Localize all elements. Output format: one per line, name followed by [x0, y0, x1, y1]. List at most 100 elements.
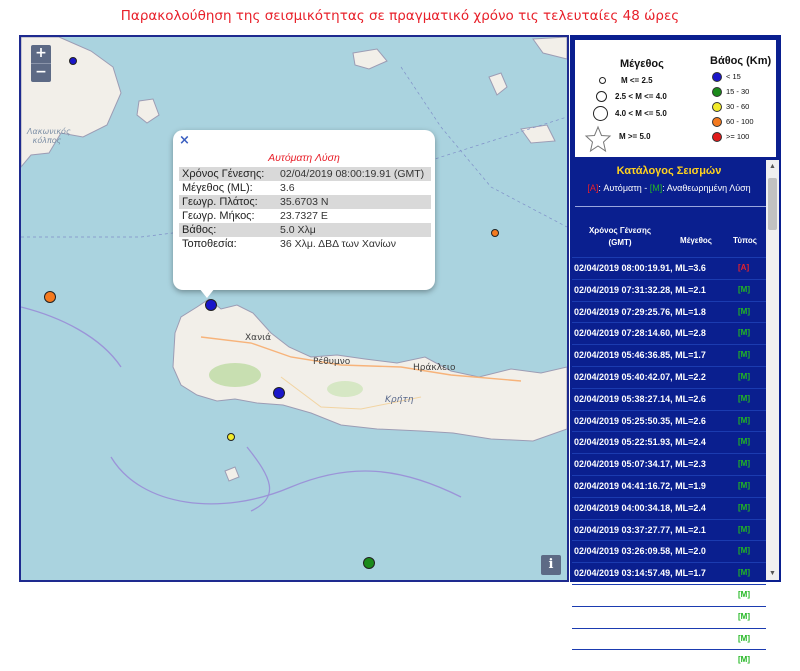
earthquake-marker[interactable] [69, 57, 77, 65]
zoom-control: + − [31, 45, 51, 82]
catalog-row[interactable]: 02/04/2019 07:29:25.76, ML=1.8 [M] [572, 300, 766, 323]
catalog-row-text: 02/04/2019 02:35:47.84, ML=2.1 [574, 655, 706, 666]
legend-mag-3: 4.0 < M <= 5.0 [615, 109, 667, 118]
catalog-row-text: 02/04/2019 07:28:14.60, ML=2.8 [574, 328, 706, 339]
land-kythira [136, 98, 160, 124]
mountain-psiloritis [327, 381, 363, 397]
catalog-manual-tag: [M] [649, 183, 663, 193]
popup-row-value: 3.6 [280, 182, 295, 194]
catalog-row[interactable]: 02/04/2019 03:26:09.58, ML=2.0 [M] [572, 540, 766, 562]
depth-dot-5 [712, 132, 722, 142]
column-header-magnitude[interactable]: Μέγεθος [674, 235, 718, 247]
earthquake-marker[interactable] [491, 229, 499, 237]
legend-mag-large-icon [593, 106, 608, 121]
catalog-row[interactable]: 02/04/2019 04:41:16.72, ML=1.9 [M] [572, 474, 766, 497]
maritime-line-5 [246, 446, 271, 512]
catalog-row[interactable]: 02/04/2019 03:14:57.49, ML=1.7 [M] [572, 562, 766, 584]
catalog-row[interactable]: 02/04/2019 05:22:51.93, ML=2.4 [M] [572, 431, 766, 453]
legend-depth-1: < 15 [726, 72, 741, 81]
catalog-row[interactable]: 02/04/2019 02:38:51.52, ML=1.8 [M] [572, 627, 766, 650]
catalog-row[interactable]: 02/04/2019 08:00:19.91, ML=3.6 [A] [572, 257, 766, 279]
column-header-time-line1: Χρόνος Γένεσης [588, 226, 652, 235]
catalog-row[interactable]: 02/04/2019 07:31:32.28, ML=2.1 [M] [572, 278, 766, 301]
catalog-row[interactable]: 02/04/2019 05:40:42.07, ML=2.2 [M] [572, 365, 766, 388]
legend-mag-small-icon [599, 77, 606, 84]
map-label-rethymno: Ρέθυμνο [313, 357, 351, 367]
catalog-row-text: 02/04/2019 07:29:25.76, ML=1.8 [574, 306, 706, 317]
legend-mag-1: M <= 2.5 [621, 76, 653, 85]
earthquake-marker[interactable] [44, 291, 56, 303]
catalog-row-text: 02/04/2019 02:41:31.16, ML=2.5 [574, 611, 706, 622]
catalog-row-type: [M] [738, 611, 750, 621]
catalog-row[interactable]: 02/04/2019 02:53:34.41, ML=2.3 [M] [572, 583, 766, 606]
popup-row-key: Γεωγρ. Πλάτος: [179, 195, 277, 209]
map-label-laconian-gulf: Λακωνικός κόλπος [27, 127, 71, 145]
catalog-row-type: [M] [738, 328, 750, 338]
catalog-row-text: 02/04/2019 05:38:27.14, ML=2.6 [574, 393, 706, 404]
catalog-row-type: [M] [738, 546, 750, 556]
catalog-row[interactable]: 02/04/2019 02:41:31.16, ML=2.5 [M] [572, 605, 766, 628]
catalog-row-text: 02/04/2019 08:00:19.91, ML=3.6 [574, 263, 706, 273]
catalog-row-type: [M] [738, 655, 750, 665]
column-header-type[interactable]: Τύπος [728, 235, 762, 247]
info-button[interactable]: i [541, 555, 561, 575]
catalog-row-type: [M] [738, 459, 750, 469]
scroll-up-icon[interactable]: ▲ [766, 160, 779, 173]
earthquake-marker[interactable] [363, 557, 375, 569]
catalog-scrollbar[interactable]: ▲ ▼ [766, 160, 779, 580]
earthquake-marker[interactable] [227, 433, 235, 441]
catalog-row-type: [M] [738, 589, 750, 599]
zoom-out-button[interactable]: − [31, 63, 51, 82]
catalog-row-text: 02/04/2019 05:40:42.07, ML=2.2 [574, 371, 706, 382]
catalog-row-type: [M] [738, 350, 750, 360]
catalog-row-type: [A] [738, 263, 750, 272]
catalog-title: Κατάλογος Σεισμών [616, 165, 722, 177]
map-label-heraklion: Ηράκλειο [413, 363, 456, 373]
catalog-row-text: 02/04/2019 05:07:34.17, ML=2.3 [574, 459, 706, 470]
catalog-auto-text: : Αυτόματη - [598, 183, 650, 193]
catalog-row-text: 02/04/2019 05:25:50.35, ML=2.6 [574, 415, 706, 426]
earthquake-marker[interactable] [205, 299, 217, 311]
depth-dot-1 [712, 72, 722, 82]
popup-heading: Αυτόματη Λύση [268, 152, 340, 164]
catalog-row-text: 02/04/2019 03:26:09.58, ML=2.0 [574, 546, 706, 557]
close-icon[interactable]: × [179, 133, 190, 148]
catalog-row[interactable]: 02/04/2019 07:28:14.60, ML=2.8 [M] [572, 322, 766, 344]
catalog-row-type: [M] [738, 502, 750, 512]
catalog-row-text: 02/04/2019 02:38:51.52, ML=1.8 [574, 633, 706, 644]
catalog-row-text: 02/04/2019 04:00:34.18, ML=2.4 [574, 502, 706, 513]
popup-row-value: 36 Χλμ. ΔΒΔ των Χανίων [280, 238, 396, 250]
land-ne-island [532, 37, 567, 60]
popup-row-value: 23.7327 E [280, 210, 328, 222]
catalog-row[interactable]: 02/04/2019 05:46:36.85, ML=1.7 [M] [572, 344, 766, 366]
catalog-row[interactable]: 02/04/2019 04:00:34.18, ML=2.4 [M] [572, 496, 766, 519]
popup-row-value: 35.6703 N [277, 195, 431, 209]
catalog-row[interactable]: 02/04/2019 05:07:34.17, ML=2.3 [M] [572, 453, 766, 475]
legend-mag-medium-icon [596, 91, 607, 102]
scroll-down-icon[interactable]: ▼ [766, 567, 779, 580]
catalog-row-text: 02/04/2019 04:41:16.72, ML=1.9 [574, 480, 706, 491]
scroll-thumb[interactable] [768, 178, 777, 230]
catalog-row[interactable]: 02/04/2019 03:37:27.77, ML=2.1 [M] [572, 518, 766, 541]
zoom-in-button[interactable]: + [31, 45, 51, 63]
legend-depth-5: >= 100 [726, 132, 750, 141]
popup-row: Βάθος: 5.0 Χλμ [179, 223, 431, 237]
catalog-row[interactable]: 02/04/2019 05:38:27.14, ML=2.6 [M] [572, 387, 766, 410]
popup-row: Τοποθεσία: 36 Χλμ. ΔΒΔ των Χανίων [179, 237, 431, 251]
popup-row-value: 02/04/2019 08:00:19.91 (GMT) [277, 167, 431, 181]
catalog-row[interactable]: 02/04/2019 02:35:47.84, ML=2.1 [M] [572, 649, 766, 671]
map-label-chania: Χανιά [245, 333, 272, 343]
map-view[interactable]: + − Λακωνικός κόλπος Χανιά Ρέθυμνο Ηράκλε… [19, 35, 569, 582]
legend-mag-2: 2.5 < M <= 4.0 [615, 92, 667, 101]
event-popup: × Αυτόματη Λύση Χρόνος Γένεσης: 02/04/201… [173, 130, 435, 290]
popup-row-key: Χρόνος Γένεσης: [179, 167, 277, 181]
catalog-row[interactable]: 02/04/2019 05:25:50.35, ML=2.6 [M] [572, 409, 766, 432]
catalog-row-type: [M] [738, 284, 750, 294]
catalog-row-type: [M] [738, 371, 750, 381]
catalog-row-type: [M] [738, 437, 750, 447]
column-header-time[interactable]: Χρόνος Γένεσης (GMT) [580, 225, 660, 249]
earthquake-marker[interactable] [273, 387, 285, 399]
catalog-row-text: 02/04/2019 05:46:36.85, ML=1.7 [574, 350, 706, 361]
catalog-divider [575, 206, 766, 207]
catalog-row-type: [M] [738, 480, 750, 490]
